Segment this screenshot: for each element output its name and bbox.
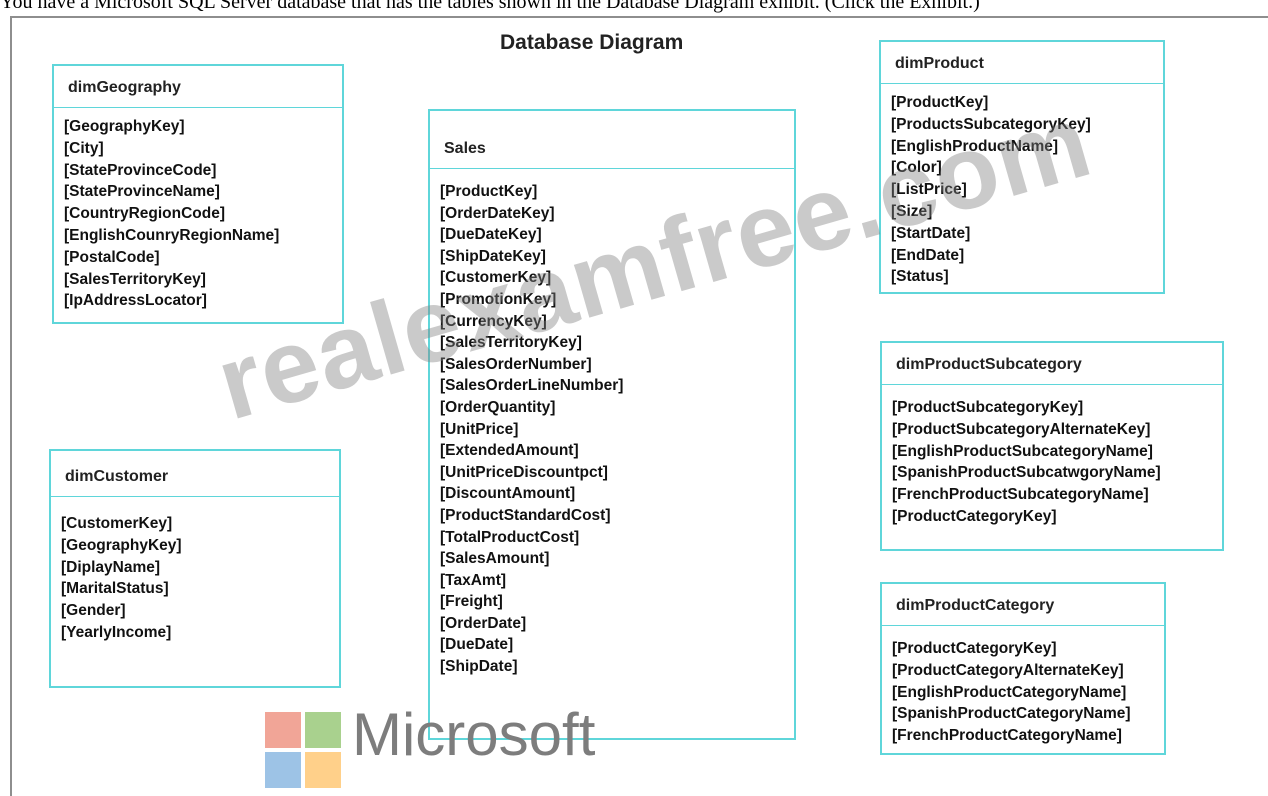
column-name: [SalesTerritoryKey] bbox=[64, 270, 206, 288]
table-dimproductsubcategory: dimProductSubcategory [ProductSubcategor… bbox=[880, 341, 1224, 551]
table-header: dimProduct bbox=[881, 42, 1163, 84]
column-name: [ProductStandardCost] bbox=[440, 506, 611, 524]
column-name: [OrderDate] bbox=[440, 614, 527, 632]
table-header: dimProductCategory bbox=[882, 584, 1164, 626]
column-name: [FrenchProductSubcategoryName] bbox=[892, 486, 1149, 504]
column-name: [EnglishProductSubcategoryName] bbox=[892, 442, 1153, 460]
column-name: [Freight] bbox=[440, 593, 503, 611]
column-name: [CurrencyKey] bbox=[440, 312, 547, 330]
column-name: [GeographyKey] bbox=[61, 536, 182, 554]
question-intro-text: You have a Microsoft SQL Server database… bbox=[0, 0, 980, 13]
column-name: [Gender] bbox=[61, 602, 126, 620]
column-list: [GeographyKey] [City] [StateProvinceCode] [… bbox=[54, 108, 342, 312]
column-name: [SalesAmount] bbox=[440, 550, 550, 568]
column-name: [FrenchProductCategoryName] bbox=[892, 727, 1122, 745]
table-header: Sales bbox=[430, 111, 794, 169]
column-name: [SalesOrderNumber] bbox=[440, 355, 592, 373]
table-name: dimCustomer bbox=[65, 468, 169, 485]
column-name: [OrderDateKey] bbox=[440, 204, 555, 222]
column-name: [Status] bbox=[891, 268, 949, 286]
column-name: [EnglishProductName] bbox=[891, 137, 1059, 155]
column-name: [ExtendedAmount] bbox=[440, 442, 579, 460]
column-name: [SalesTerritoryKey] bbox=[440, 334, 582, 352]
table-name: dimProductSubcategory bbox=[896, 356, 1082, 373]
column-name: [DiplayName] bbox=[61, 558, 161, 576]
column-list: [ProductSubcategoryKey] [ProductSubcatego… bbox=[882, 385, 1222, 528]
column-name: [ProductKey] bbox=[891, 94, 989, 111]
logo-square-yellow bbox=[305, 752, 341, 788]
column-name: [CountryRegionCode] bbox=[64, 205, 226, 223]
column-name: [ProductCategoryAlternateKey] bbox=[892, 661, 1124, 679]
column-name: [ProductCategoryKey] bbox=[892, 507, 1057, 525]
table-dimproductcategory: dimProductCategory [ProductCategoryKey][… bbox=[880, 582, 1166, 755]
column-name: [YearlyIncome] bbox=[61, 623, 172, 641]
column-name: [EndDate] bbox=[891, 246, 965, 264]
column-list: [ProductCategoryKey] [ProductCategoryAlte… bbox=[882, 626, 1164, 747]
table-name: dimGeography bbox=[68, 79, 181, 96]
table-dimgeography: dimGeography [GeographyKey] [City] [StateP… bbox=[52, 64, 344, 324]
logo-square-blue bbox=[265, 752, 301, 788]
table-name: dimProduct bbox=[895, 55, 984, 72]
column-name: [ProductsSubcategoryKey] bbox=[891, 115, 1091, 133]
column-name: [StateProvinceCode] bbox=[64, 161, 217, 179]
table-dimcustomer: dimCustomer [CustomerKey] [GeographyKey][… bbox=[49, 449, 341, 688]
table-dimproduct: dimProduct [ProductKey] [ProductsSubcateg… bbox=[879, 40, 1165, 294]
column-name: [IpAddressLocator] bbox=[64, 292, 207, 310]
column-list: [ProductKey] [OrderDateKey] [DueDateKey] [S… bbox=[430, 169, 794, 678]
table-name: Sales bbox=[444, 140, 486, 157]
column-name: [ProductSubcategoryAlternateKey] bbox=[892, 420, 1151, 438]
column-list: [CustomerKey] [GeographyKey] [DiplayName] [… bbox=[51, 497, 339, 644]
column-name: [CustomerKey] bbox=[440, 269, 552, 287]
column-name: [DueDateKey] bbox=[440, 226, 542, 244]
column-list: [ProductKey] [ProductsSubcategoryKey] [Eng… bbox=[881, 84, 1163, 288]
column-name: [DiscountAmount] bbox=[440, 485, 576, 503]
column-name: [Color] bbox=[891, 159, 942, 177]
column-name: [OrderQuantity] bbox=[440, 398, 556, 416]
table-name: dimProductCategory bbox=[896, 597, 1055, 614]
logo-square-green bbox=[305, 712, 341, 748]
column-name: [GeographyKey] bbox=[64, 118, 185, 135]
column-name: [ShipDateKey] bbox=[440, 247, 546, 265]
column-name: [CustomerKey] bbox=[61, 515, 173, 532]
column-name: [PostalCode] bbox=[64, 248, 160, 266]
table-header: dimProductSubcategory bbox=[882, 343, 1222, 385]
column-name: [DueDate] bbox=[440, 636, 514, 654]
table-header: dimGeography bbox=[54, 66, 342, 108]
column-name: [StateProvinceName] bbox=[64, 183, 220, 201]
diagram-title: Database Diagram bbox=[500, 31, 684, 54]
column-name: [MaritalStatus] bbox=[61, 580, 169, 598]
column-name: [EnglishCounryRegionName] bbox=[64, 226, 280, 244]
column-name: [TotalProductCost] bbox=[440, 528, 580, 546]
column-name: [Size] bbox=[891, 202, 933, 220]
column-name: [TaxAmt] bbox=[440, 571, 507, 589]
table-sales: Sales [ProductKey] [OrderDateKey] [DueDate… bbox=[428, 109, 796, 740]
microsoft-logo-text: Microsoft bbox=[352, 701, 596, 768]
column-name: [ProductSubcategoryKey] bbox=[892, 399, 1084, 416]
column-name: [ListPrice] bbox=[891, 181, 967, 199]
column-name: [ProductKey] bbox=[440, 183, 538, 200]
logo-square-red bbox=[265, 712, 301, 748]
column-name: [ProductCategoryKey] bbox=[892, 640, 1057, 657]
column-name: [StartDate] bbox=[891, 224, 971, 242]
column-name: [City] bbox=[64, 139, 104, 157]
column-name: [EnglishProductCategoryName] bbox=[892, 683, 1127, 701]
microsoft-logo-icon bbox=[265, 712, 345, 792]
column-name: [SalesOrderLineNumber] bbox=[440, 377, 624, 395]
column-name: [ShipDate] bbox=[440, 658, 518, 676]
column-name: [PromotionKey] bbox=[440, 290, 557, 308]
column-name: [UnitPriceDiscountpct] bbox=[440, 463, 608, 481]
table-header: dimCustomer bbox=[51, 451, 339, 497]
column-name: [SpanishProductSubcatwgoryName] bbox=[892, 464, 1161, 482]
column-name: [UnitPrice] bbox=[440, 420, 519, 438]
column-name: [SpanishProductCategoryName] bbox=[892, 705, 1131, 723]
